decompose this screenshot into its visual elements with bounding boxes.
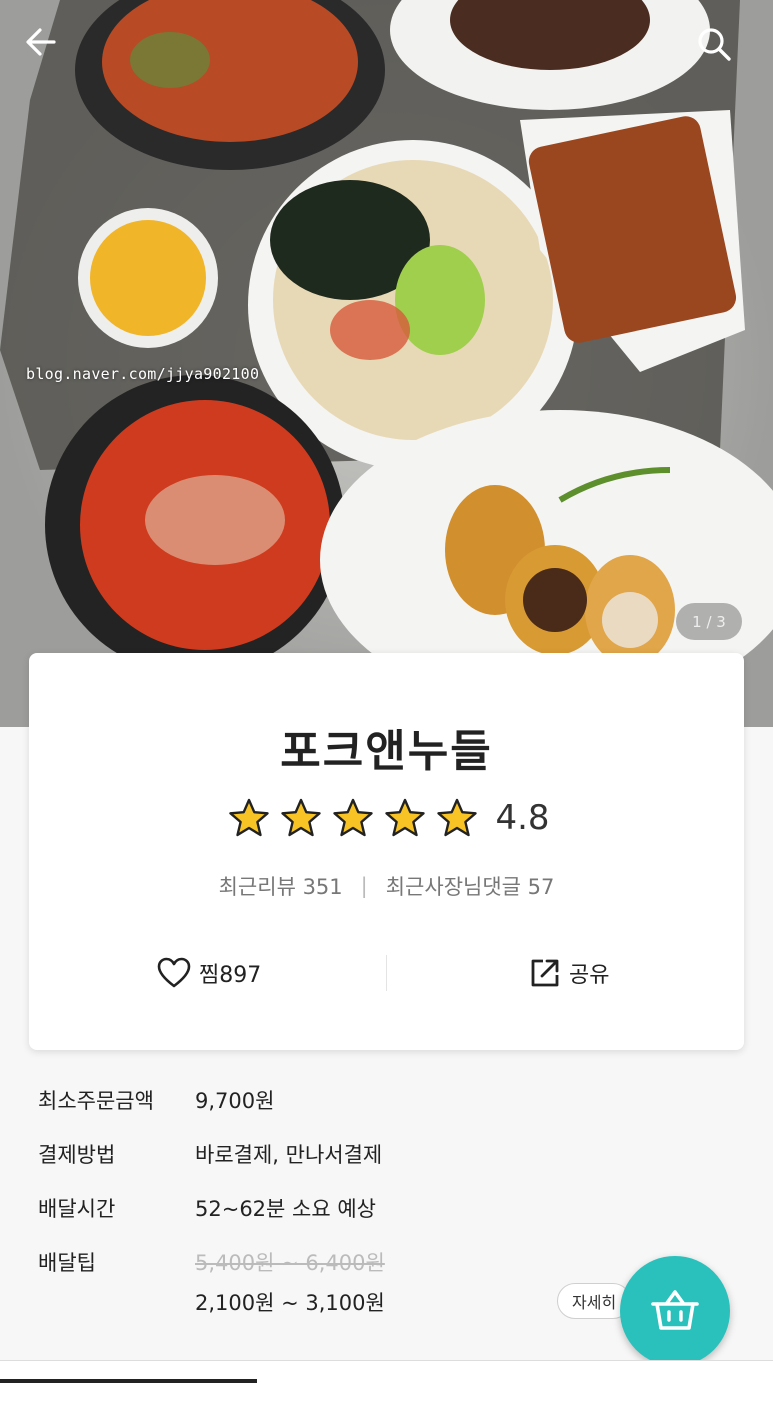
arrow-left-icon — [26, 28, 56, 56]
recent-reviews-link[interactable]: 최근리뷰 351 — [219, 871, 343, 901]
star-icon — [333, 798, 374, 837]
share-icon — [531, 959, 559, 987]
owner-replies-link[interactable]: 최근사장님댓글 57 — [386, 871, 555, 901]
basket-icon — [651, 1290, 699, 1330]
star-icon — [281, 798, 322, 837]
store-photo[interactable]: blog.naver.com/jjya902100 1 / 3 — [0, 0, 773, 727]
action-divider — [386, 955, 387, 991]
payment-label: 결제방법 — [38, 1143, 116, 1167]
search-icon — [698, 28, 731, 61]
payment-value: 바로결제, 만나서결제 — [195, 1143, 383, 1167]
like-count: 찜897 — [199, 963, 262, 988]
like-button[interactable]: 찜897 — [157, 943, 261, 1003]
delivery-tip-discounted: 2,100원 ~ 3,100원 — [195, 1291, 385, 1315]
star-rating — [223, 797, 483, 839]
store-info-card: 포크앤누들 4.8 최근리뷰 351 | 최근사장님댓글 57 찜897 공유 — [29, 653, 744, 1050]
min-order-value: 9,700원 — [195, 1089, 275, 1113]
food-photo-illustration — [0, 0, 773, 727]
star-icon — [229, 798, 270, 837]
action-row: 찜897 공유 — [29, 943, 744, 1003]
rating-row: 4.8 — [29, 797, 744, 839]
photo-watermark: blog.naver.com/jjya902100 — [26, 365, 260, 383]
delivery-tip-label: 배달팁 — [38, 1251, 96, 1275]
menu-tab-bar — [0, 1361, 773, 1410]
delivery-time-value: 52~62분 소요 예상 — [195, 1197, 376, 1221]
divider: | — [360, 874, 368, 898]
cart-button[interactable] — [620, 1256, 730, 1366]
review-counts: 최근리뷰 351 | 최근사장님댓글 57 — [29, 871, 744, 901]
active-tab-indicator — [0, 1379, 257, 1383]
star-icon — [437, 798, 478, 837]
store-name: 포크앤누들 — [280, 726, 493, 777]
back-button[interactable] — [24, 25, 80, 81]
share-button[interactable]: 공유 — [529, 943, 609, 1003]
min-order-label: 최소주문금액 — [38, 1089, 154, 1113]
delivery-tip-original: 5,400원 ~ 6,400원 — [195, 1251, 385, 1275]
share-label: 공유 — [569, 963, 610, 988]
rating-value: 4.8 — [495, 798, 550, 838]
search-button[interactable] — [695, 25, 751, 81]
delivery-time-label: 배달시간 — [38, 1197, 116, 1221]
star-icon — [385, 798, 426, 837]
heart-icon — [157, 957, 191, 988]
photo-counter: 1 / 3 — [676, 603, 742, 640]
